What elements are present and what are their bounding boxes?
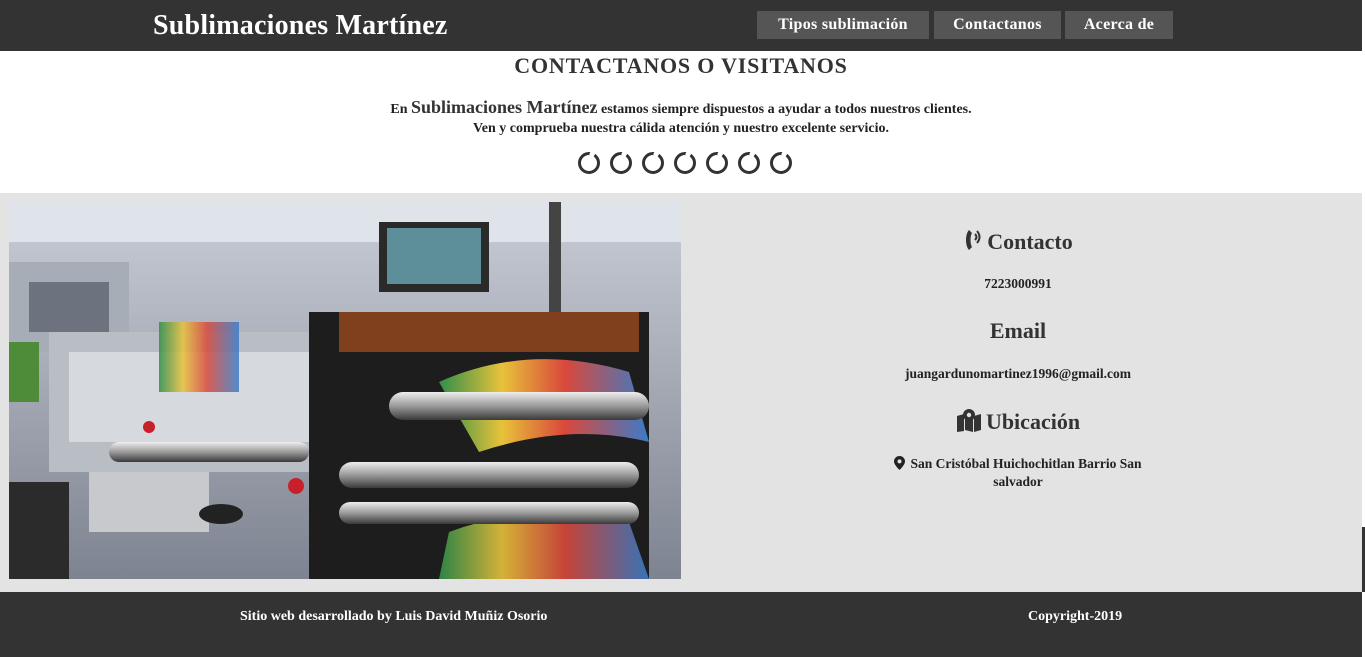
address: San Cristóbal Huichochitlan Barrio San s…: [830, 455, 1206, 491]
nav-acerca-de-button[interactable]: Acerca de: [1065, 11, 1173, 39]
email-address[interactable]: juangardunomartinez1996@gmail.com: [830, 365, 1206, 383]
nav-contactanos-button[interactable]: Contactanos: [934, 11, 1061, 39]
ubicacion-heading: Ubicación: [830, 408, 1206, 435]
circle-notch-icon: [674, 152, 696, 174]
phone-number[interactable]: 7223000991: [830, 275, 1206, 293]
intro-suffix: estamos siempre dispuestos a ayudar a to…: [600, 102, 972, 117]
intro-section: CONTACTANOS O VISITANOS En Sublimaciones…: [0, 51, 1362, 193]
nav-tipos-sublimacion-button[interactable]: Tipos sublimación: [757, 11, 929, 39]
site-brand[interactable]: Sublimaciones Martínez: [153, 10, 448, 42]
address-line1: San Cristóbal Huichochitlan Barrio San: [910, 456, 1142, 471]
intro-prefix: En: [390, 102, 408, 117]
circle-notch-icon: [642, 152, 664, 174]
printing-press-photo: [9, 202, 681, 579]
map-marker-icon: [894, 456, 906, 470]
footer: Sitio web desarrollado by Luis David Muñ…: [0, 592, 1362, 657]
contacto-heading: Contacto: [830, 228, 1206, 255]
page-title: CONTACTANOS O VISITANOS: [514, 53, 848, 78]
circle-notch-icon: [770, 152, 792, 174]
circle-notch-icon: [738, 152, 760, 174]
email-heading: Email: [989, 318, 1047, 343]
address-line2: salvador: [993, 474, 1043, 489]
intro-text-line2: Ven y comprueba nuestra cálida atención …: [472, 121, 890, 136]
circle-notch-icon: [706, 152, 728, 174]
footer-credit: Sitio web desarrollado by Luis David Muñ…: [240, 609, 548, 624]
circle-notch-icon: [578, 152, 600, 174]
contacto-title: Contacto: [987, 229, 1073, 254]
circle-notch-icon: [610, 152, 632, 174]
footer-copyright: Copyright-2019: [1028, 609, 1123, 624]
ubicacion-title: Ubicación: [985, 409, 1081, 434]
map-marked-icon: [956, 409, 981, 432]
intro-brand: Sublimaciones Martínez: [410, 97, 598, 117]
contact-section: Contacto 7223000991 Email juangardunomar…: [0, 193, 1362, 592]
navbar: Sublimaciones Martínez Tipos sublimación…: [0, 0, 1362, 51]
contact-info: Contacto 7223000991 Email juangardunomar…: [830, 193, 1206, 592]
intro-text-line1: En Sublimaciones Martínez estamos siempr…: [0, 97, 1362, 118]
phone-volume-icon: [966, 230, 981, 250]
